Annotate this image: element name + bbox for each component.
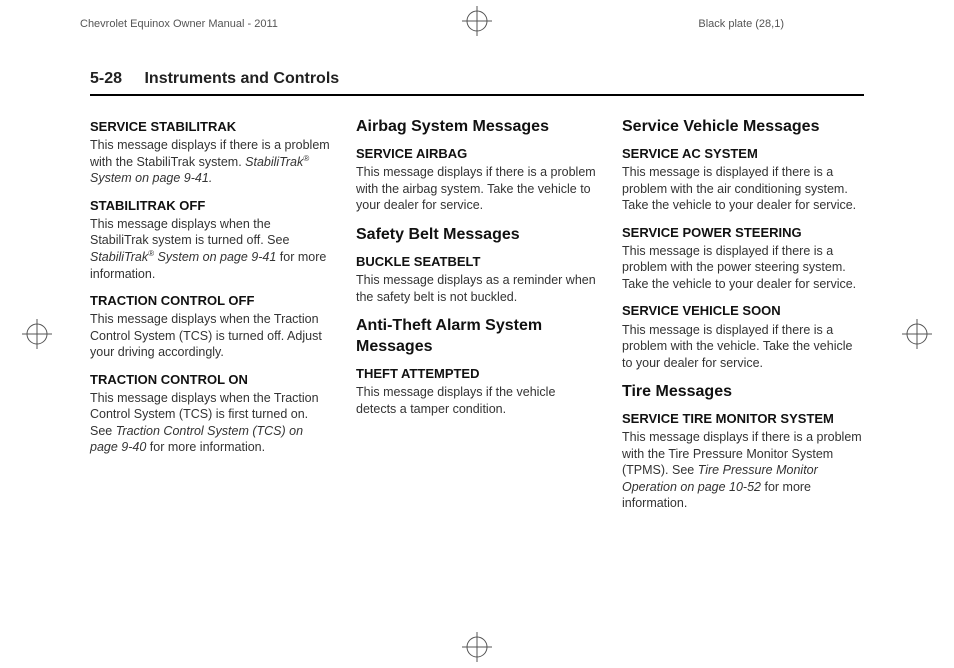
heading-buckle-seatbelt: BUCKLE SEATBELT <box>356 253 598 270</box>
registered-mark: ® <box>303 154 309 163</box>
column-1: SERVICE STABILITRAK This message display… <box>90 110 332 522</box>
heading-anti-theft-alarm-messages: Anti-Theft Alarm System Messages <box>356 315 598 357</box>
body-text: This message displays when the StabiliTr… <box>90 216 332 282</box>
page-body: 5-28 Instruments and Controls SERVICE ST… <box>90 70 864 628</box>
registration-mark-icon <box>462 632 492 662</box>
body-text: This message displays if the vehicle det… <box>356 384 598 417</box>
running-head: 5-28 Instruments and Controls <box>90 70 864 96</box>
heading-service-stabilitrak: SERVICE STABILITRAK <box>90 118 332 135</box>
body-text: This message is displayed if there is a … <box>622 164 864 214</box>
heading-theft-attempted: THEFT ATTEMPTED <box>356 365 598 382</box>
heading-service-vehicle-soon: SERVICE VEHICLE SOON <box>622 302 864 319</box>
print-header-left: Chevrolet Equinox Owner Manual - 2011 <box>80 18 278 30</box>
body-text: This message displays if there is a prob… <box>90 137 332 187</box>
heading-traction-control-off: TRACTION CONTROL OFF <box>90 292 332 309</box>
registration-mark-icon <box>462 6 492 36</box>
column-3: Service Vehicle Messages SERVICE AC SYST… <box>622 110 864 522</box>
body-text: This message displays if there is a prob… <box>356 164 598 214</box>
cross-reference: StabiliTrak® System on page 9‑41 <box>90 250 276 264</box>
body-text: This message is displayed if there is a … <box>622 243 864 293</box>
registration-mark-icon <box>902 319 932 349</box>
heading-safety-belt-messages: Safety Belt Messages <box>356 224 598 245</box>
body-text: This message is displayed if there is a … <box>622 322 864 372</box>
heading-service-power-steering: SERVICE POWER STEERING <box>622 224 864 241</box>
heading-service-ac-system: SERVICE AC SYSTEM <box>622 145 864 162</box>
heading-service-tire-monitor-system: SERVICE TIRE MONITOR SYSTEM <box>622 410 864 427</box>
body-text: This message displays when the Traction … <box>90 311 332 361</box>
text-run: for more information. <box>146 440 265 454</box>
xref-page: System on page 9‑41. <box>90 171 212 185</box>
heading-service-vehicle-messages: Service Vehicle Messages <box>622 116 864 137</box>
body-text: This message displays as a reminder when… <box>356 272 598 305</box>
column-2: Airbag System Messages SERVICE AIRBAG Th… <box>356 110 598 522</box>
print-header-right: Black plate (28,1) <box>698 18 784 30</box>
text-run: This message displays when the StabiliTr… <box>90 217 289 248</box>
xref-title: StabiliTrak <box>90 250 148 264</box>
heading-tire-messages: Tire Messages <box>622 381 864 402</box>
heading-stabilitrak-off: STABILITRAK OFF <box>90 197 332 214</box>
registration-mark-icon <box>22 319 52 349</box>
xref-page: System on page 9‑41 <box>154 250 276 264</box>
body-text: This message displays when the Traction … <box>90 390 332 456</box>
heading-service-airbag: SERVICE AIRBAG <box>356 145 598 162</box>
heading-airbag-system-messages: Airbag System Messages <box>356 116 598 137</box>
body-text: This message displays if there is a prob… <box>622 429 864 512</box>
text-columns: SERVICE STABILITRAK This message display… <box>90 110 864 522</box>
heading-traction-control-on: TRACTION CONTROL ON <box>90 371 332 388</box>
xref-title: StabiliTrak <box>245 155 303 169</box>
page-number: 5-28 <box>90 70 122 87</box>
chapter-title: Instruments and Controls <box>144 70 339 87</box>
